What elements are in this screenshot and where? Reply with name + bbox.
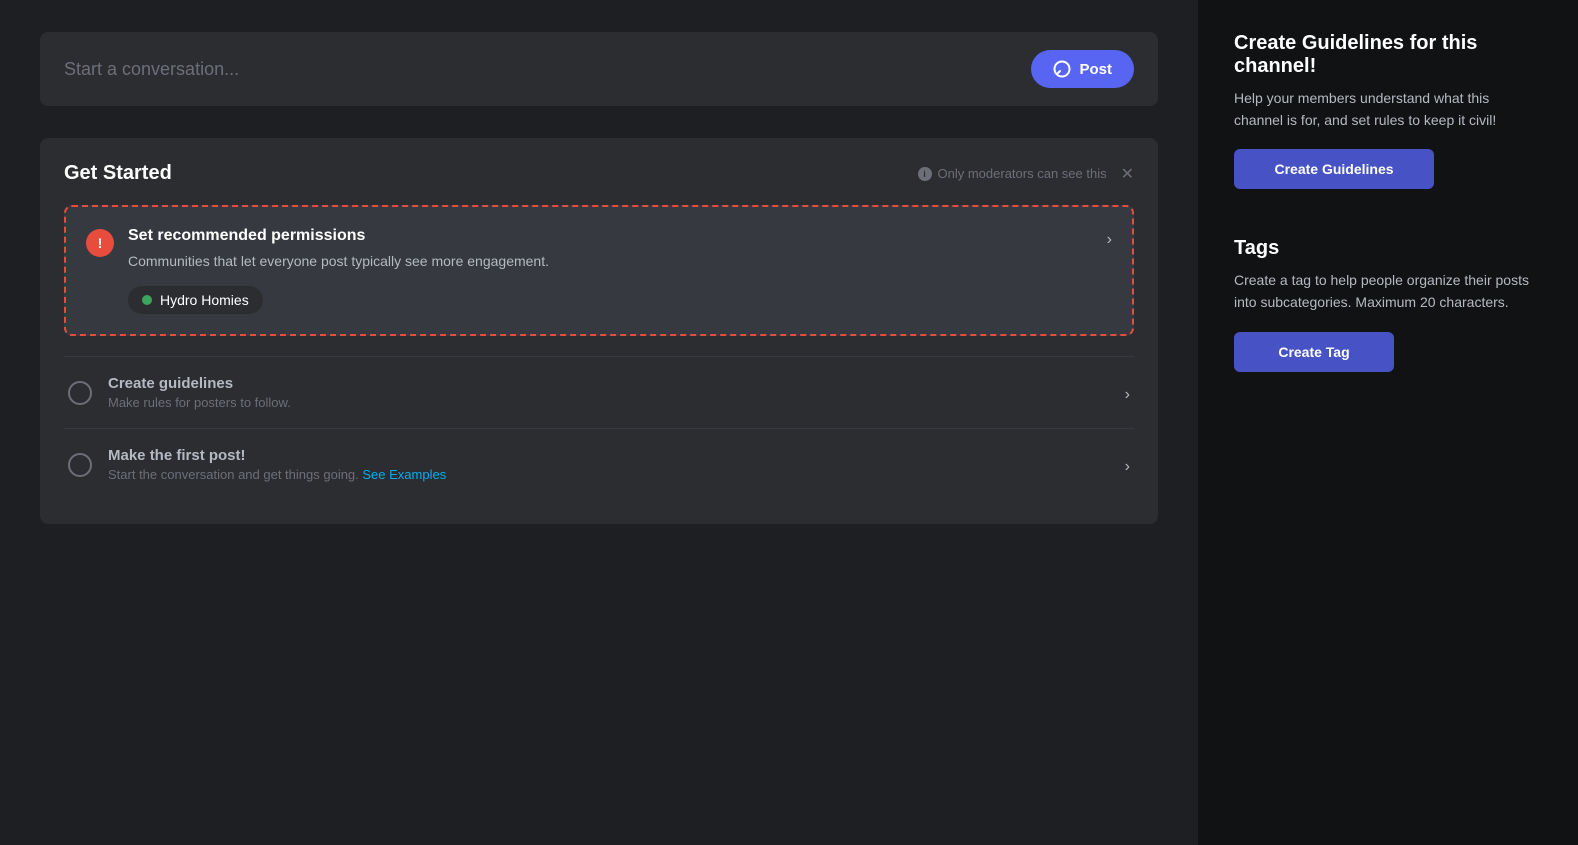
checkbox-post: [68, 453, 92, 477]
conversation-placeholder: Start a conversation...: [64, 59, 239, 80]
tag-dot: [142, 295, 152, 305]
guidelines-title: Create Guidelines for this channel!: [1234, 32, 1542, 78]
chevron-right-icon-guidelines: ›: [1125, 386, 1130, 404]
checklist-item-post[interactable]: Make the first post! Start the conversat…: [64, 428, 1134, 500]
permission-card-left: ! Set recommended permissions Communitie…: [86, 227, 549, 314]
bubble-icon: [1053, 60, 1071, 78]
info-icon: i: [918, 167, 932, 181]
see-examples-link[interactable]: See Examples: [362, 467, 446, 482]
post-button-label: Post: [1079, 61, 1112, 78]
permission-text: Set recommended permissions Communities …: [128, 227, 549, 314]
permission-title: Set recommended permissions: [128, 227, 549, 245]
checklist-post-title: Make the first post!: [108, 447, 446, 464]
checklist-post-sub-text: Start the conversation and get things go…: [108, 467, 362, 482]
chevron-right-icon-post: ›: [1125, 458, 1130, 476]
left-panel: Start a conversation... Post Get Started…: [0, 0, 1198, 845]
checklist-post-text: Make the first post! Start the conversat…: [108, 447, 446, 482]
permission-card-inner: ! Set recommended permissions Communitie…: [86, 227, 1112, 314]
get-started-title: Get Started: [64, 162, 172, 185]
get-started-header: Get Started i Only moderators can see th…: [64, 162, 1134, 185]
checklist-guidelines-text: Create guidelines Make rules for posters…: [108, 375, 291, 410]
alert-icon: !: [86, 229, 114, 257]
create-tag-button[interactable]: Create Tag: [1234, 332, 1394, 372]
moderator-notice-text: Only moderators can see this: [938, 166, 1107, 181]
checklist-post-sub: Start the conversation and get things go…: [108, 467, 446, 482]
moderator-notice: i Only moderators can see this ✕: [918, 164, 1134, 184]
create-guidelines-button[interactable]: Create Guidelines: [1234, 149, 1434, 189]
checklist-guidelines-sub: Make rules for posters to follow.: [108, 395, 291, 410]
community-tag: Hydro Homies: [128, 286, 263, 314]
tags-section: Tags Create a tag to help people organiz…: [1234, 237, 1542, 371]
tags-title: Tags: [1234, 237, 1542, 260]
checkbox-guidelines: [68, 381, 92, 405]
tags-description: Create a tag to help people organize the…: [1234, 270, 1542, 313]
post-button[interactable]: Post: [1031, 50, 1134, 88]
chevron-right-icon: ›: [1107, 231, 1112, 249]
permission-card[interactable]: ! Set recommended permissions Communitie…: [64, 205, 1134, 336]
checklist-guidelines-title: Create guidelines: [108, 375, 291, 392]
permission-description: Communities that let everyone post typic…: [128, 251, 549, 272]
conversation-bar: Start a conversation... Post: [40, 32, 1158, 106]
checklist-item-guidelines[interactable]: Create guidelines Make rules for posters…: [64, 356, 1134, 428]
page-layout: Start a conversation... Post Get Started…: [0, 0, 1578, 845]
guidelines-section: Create Guidelines for this channel! Help…: [1234, 32, 1542, 189]
community-name: Hydro Homies: [160, 292, 249, 308]
guidelines-description: Help your members understand what this c…: [1234, 88, 1542, 131]
checklist-item-guidelines-left: Create guidelines Make rules for posters…: [68, 375, 291, 410]
right-panel: Create Guidelines for this channel! Help…: [1198, 0, 1578, 845]
close-icon[interactable]: ✕: [1121, 164, 1134, 184]
checklist-item-post-left: Make the first post! Start the conversat…: [68, 447, 446, 482]
get-started-section: Get Started i Only moderators can see th…: [40, 138, 1158, 524]
